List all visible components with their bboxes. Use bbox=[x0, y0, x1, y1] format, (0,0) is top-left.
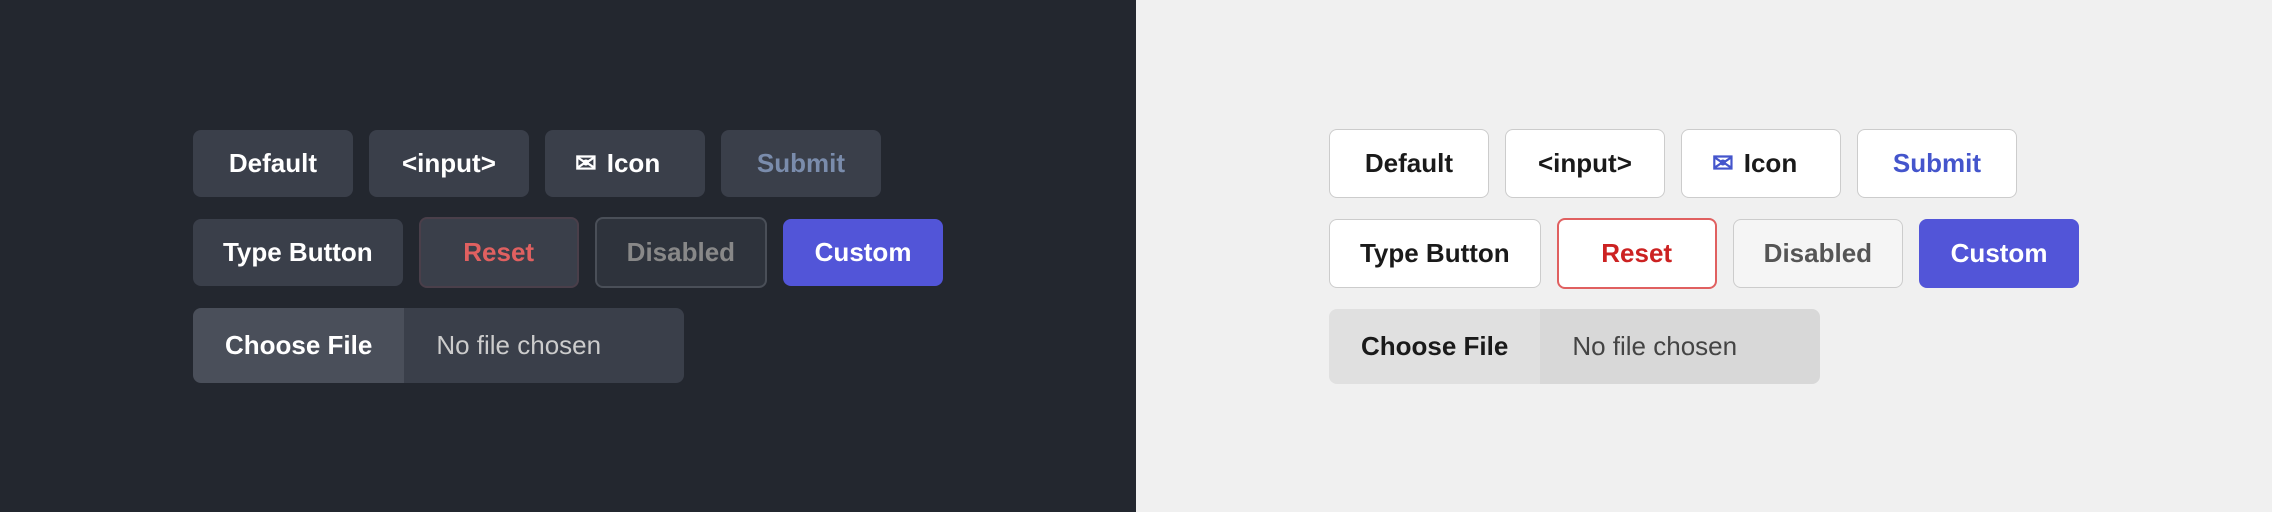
dark-file-input: Choose File No file chosen bbox=[193, 308, 684, 383]
dark-icon-button[interactable]: ✉ Icon bbox=[545, 130, 705, 197]
dark-row-1: Default <input> ✉ Icon Submit bbox=[193, 130, 943, 197]
dark-default-button[interactable]: Default bbox=[193, 130, 353, 197]
envelope-icon: ✉ bbox=[575, 148, 597, 179]
light-file-name: No file chosen bbox=[1540, 309, 1820, 384]
light-type-button[interactable]: Type Button bbox=[1329, 219, 1541, 288]
light-icon-button[interactable]: ✉ Icon bbox=[1681, 129, 1841, 198]
light-submit-button[interactable]: Submit bbox=[1857, 129, 2017, 198]
light-panel: Default <input> ✉ Icon Submit Type Butto… bbox=[1136, 0, 2272, 512]
light-default-button[interactable]: Default bbox=[1329, 129, 1489, 198]
light-disabled-button: Disabled bbox=[1733, 219, 1903, 288]
light-file-row: Choose File No file chosen bbox=[1329, 309, 2079, 384]
dark-submit-button[interactable]: Submit bbox=[721, 130, 881, 197]
dark-input-button[interactable]: <input> bbox=[369, 130, 529, 197]
light-button-grid: Default <input> ✉ Icon Submit Type Butto… bbox=[1329, 129, 2079, 384]
light-row-1: Default <input> ✉ Icon Submit bbox=[1329, 129, 2079, 198]
light-custom-button[interactable]: Custom bbox=[1919, 219, 2079, 288]
dark-panel: Default <input> ✉ Icon Submit Type Butto… bbox=[0, 0, 1136, 512]
dark-custom-button[interactable]: Custom bbox=[783, 219, 943, 286]
dark-file-name: No file chosen bbox=[404, 308, 684, 383]
light-input-button[interactable]: <input> bbox=[1505, 129, 1665, 198]
light-row-2: Type Button Reset Disabled Custom bbox=[1329, 218, 2079, 289]
light-file-input: Choose File No file chosen bbox=[1329, 309, 1820, 384]
dark-reset-button[interactable]: Reset bbox=[419, 217, 579, 288]
dark-choose-file-button[interactable]: Choose File bbox=[193, 308, 404, 383]
light-icon-label: Icon bbox=[1744, 148, 1797, 179]
light-choose-file-button[interactable]: Choose File bbox=[1329, 309, 1540, 384]
dark-type-button[interactable]: Type Button bbox=[193, 219, 403, 286]
dark-file-row: Choose File No file chosen bbox=[193, 308, 943, 383]
light-envelope-icon: ✉ bbox=[1712, 148, 1734, 179]
dark-disabled-button: Disabled bbox=[595, 217, 767, 288]
light-reset-button[interactable]: Reset bbox=[1557, 218, 1717, 289]
dark-icon-label: Icon bbox=[607, 148, 660, 179]
dark-button-grid: Default <input> ✉ Icon Submit Type Butto… bbox=[193, 130, 943, 383]
dark-row-2: Type Button Reset Disabled Custom bbox=[193, 217, 943, 288]
